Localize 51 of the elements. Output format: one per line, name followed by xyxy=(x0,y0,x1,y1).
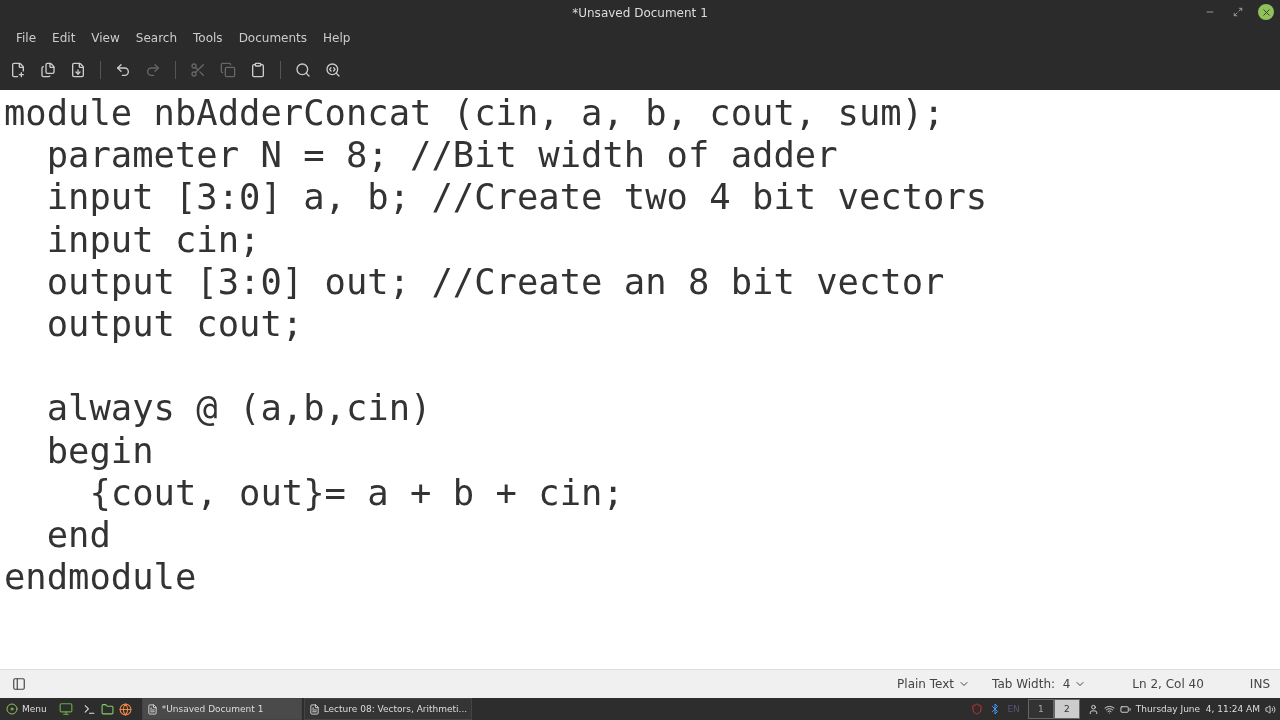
code-line: parameter N = 8; //Bit width of adder xyxy=(45,134,839,177)
close-icon xyxy=(1260,6,1272,18)
side-panel-icon[interactable] xyxy=(12,677,26,691)
document-icon xyxy=(308,703,320,715)
terminal-icon[interactable] xyxy=(82,702,96,716)
insert-mode: INS xyxy=(1249,677,1270,691)
search-icon[interactable] xyxy=(295,62,311,78)
menu-button[interactable]: Menu xyxy=(6,703,47,715)
document-icon xyxy=(146,703,158,715)
menu-item[interactable]: Help xyxy=(315,31,359,45)
code-line: endmodule xyxy=(3,556,198,599)
code-line: always @ (a,b,cin) xyxy=(45,387,433,430)
code-line: output cout; xyxy=(45,303,305,346)
clipboard-icon[interactable] xyxy=(250,62,266,78)
code-line: end xyxy=(45,514,112,557)
menu-item[interactable]: View xyxy=(83,31,128,45)
browser-icon[interactable] xyxy=(118,702,132,716)
folder-icon[interactable] xyxy=(100,702,114,716)
save-icon[interactable] xyxy=(70,62,86,78)
documents-icon[interactable] xyxy=(40,62,56,78)
workspace-button[interactable]: 2 xyxy=(1053,699,1080,719)
clock[interactable]: Thursday June 4, 11:24 AM xyxy=(1135,704,1260,714)
volume-icon[interactable] xyxy=(1265,703,1276,715)
undo-icon[interactable] xyxy=(115,62,131,78)
menu-item[interactable]: Edit xyxy=(44,31,84,45)
maximize-icon xyxy=(1233,7,1243,17)
battery-icon[interactable] xyxy=(1119,703,1131,715)
taskbar-window[interactable]: Lecture 08: Vectors, Arithmeti... xyxy=(303,698,473,720)
window-title: *Unsaved Document 1 xyxy=(572,6,708,20)
new-file-icon[interactable] xyxy=(10,62,26,78)
text-editor[interactable] xyxy=(0,90,1280,669)
language-dropdown[interactable]: Plain Text xyxy=(897,677,971,691)
user-icon[interactable] xyxy=(1087,703,1099,715)
menu-item[interactable]: Search xyxy=(127,31,186,45)
code-line: input cin; xyxy=(45,218,262,261)
code-line: {cout, out}= a + b + cin; xyxy=(88,471,625,514)
code-line: module nbAdderConcat (cin, a, b, cout, sum); xyxy=(3,92,946,135)
disc-icon xyxy=(6,703,18,715)
wifi-icon[interactable] xyxy=(1103,703,1115,715)
code-line: output [3:0] out; //Create an 8 bit vector xyxy=(45,260,946,303)
menu-item[interactable]: File xyxy=(8,31,45,45)
code-line: input [3:0] a, b; //Create two 4 bit vectors xyxy=(45,176,989,219)
taskbar-window[interactable]: *Unsaved Document 1 xyxy=(141,698,302,720)
workspace-button[interactable]: 1 xyxy=(1027,699,1054,719)
cursor-position: Ln 2, Col 40 xyxy=(1132,677,1204,691)
menu-item[interactable]: Tools xyxy=(185,31,231,45)
close-button[interactable] xyxy=(1258,4,1274,20)
menu-item[interactable]: Documents xyxy=(230,31,316,45)
tab-width-dropdown[interactable]: Tab Width: 4 xyxy=(992,677,1087,691)
desktop-icon[interactable] xyxy=(58,702,73,716)
code-line: begin xyxy=(45,429,155,472)
